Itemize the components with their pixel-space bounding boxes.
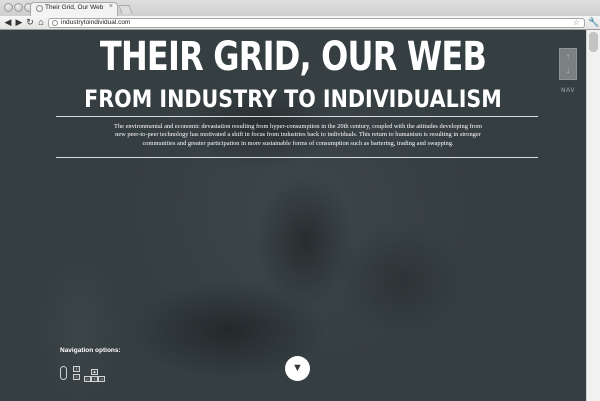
navigation-options-label: Navigation options: (60, 347, 121, 354)
side-nav-widget[interactable]: ↑ ↓ (559, 48, 577, 80)
intro-paragraph: The environmental and economic devastati… (114, 123, 482, 147)
star-icon[interactable]: ☆ (573, 18, 580, 27)
divider-bottom (56, 157, 538, 158)
back-icon[interactable]: ◀ (3, 16, 13, 29)
tab-title: Their Grid, Our Web (45, 4, 104, 11)
minimize-window-button[interactable] (14, 3, 23, 12)
scroll-down-button[interactable]: ▼ (285, 356, 310, 381)
page-subtitle: FROM INDUSTRY TO INDIVIDUALISM (84, 85, 502, 113)
page-scrollbar[interactable] (586, 30, 600, 401)
mouse-icon (60, 366, 67, 380)
page-icon (52, 20, 58, 26)
close-window-button[interactable] (4, 3, 13, 12)
window-titlebar: Their Grid, Our Web × (0, 0, 600, 16)
home-icon[interactable]: ⌂ (36, 16, 46, 29)
address-bar[interactable]: industrytoindividual.com ☆ (48, 18, 585, 28)
key-left-icon: ← (84, 376, 91, 382)
tab-close-icon[interactable]: × (109, 3, 113, 10)
url-text[interactable]: industrytoindividual.com (61, 19, 130, 27)
scrollbar-thumb[interactable] (589, 32, 598, 52)
wrench-icon[interactable]: 🔧 (588, 16, 599, 29)
new-tab-button[interactable] (118, 5, 133, 14)
key-up-icon: ↑ (73, 366, 80, 372)
page-title: THEIR GRID, OUR WEB (99, 34, 487, 80)
nav-up-icon[interactable]: ↑ (560, 52, 576, 61)
nav-down-icon[interactable]: ↓ (560, 66, 576, 75)
divider-top (56, 116, 538, 117)
browser-tab[interactable]: Their Grid, Our Web × (30, 2, 118, 16)
favicon-icon (36, 5, 43, 12)
forward-icon[interactable]: ▶ (14, 16, 24, 29)
key-right-icon: → (98, 376, 105, 382)
reload-icon[interactable]: ↻ (25, 16, 35, 29)
key-top-icon: ▲ (91, 369, 98, 375)
arrow-down-icon: ▼ (292, 362, 303, 374)
side-nav-label: NAV (561, 88, 575, 94)
key-down-arrow-icon: ↓ (91, 376, 98, 382)
page-viewport: THEIR GRID, OUR WEB FROM INDUSTRY TO IND… (0, 30, 586, 401)
key-down-icon: ↓ (73, 374, 80, 380)
browser-toolbar: ◀ ▶ ↻ ⌂ industrytoindividual.com ☆ 🔧 (0, 16, 600, 30)
